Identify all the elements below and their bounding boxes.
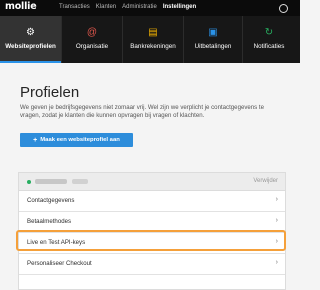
api-keys-highlight-frame	[16, 230, 286, 251]
button-label: Maak een websiteprofiel aan	[40, 137, 120, 143]
topnav-klanten[interactable]: Klanten	[96, 4, 116, 10]
settings-subnav: ⚙ Websiteprofielen @ Organisatie ▤ Bankr…	[0, 16, 300, 63]
topnav-instellingen[interactable]: Instellingen	[163, 4, 196, 10]
chevron-right-icon: ›	[275, 259, 278, 266]
subnav-notificaties[interactable]: ↻ Notificaties	[243, 16, 295, 63]
topnav-administratie[interactable]: Administratie	[122, 4, 157, 10]
subnav-websiteprofielen[interactable]: ⚙ Websiteprofielen	[0, 16, 61, 63]
wallet-icon: ▣	[208, 27, 218, 38]
row-label: Contactgegevens	[27, 197, 75, 204]
row-label: Personaliseer Checkout	[27, 260, 92, 267]
chevron-right-icon: ›	[275, 217, 278, 224]
status-dot-icon	[27, 180, 31, 184]
bank-icon: ▤	[148, 27, 158, 38]
at-icon: @	[86, 27, 98, 38]
gear-icon: ⚙	[26, 27, 35, 38]
user-icon[interactable]	[279, 4, 288, 13]
row-label: Betaalmethodes	[27, 218, 72, 225]
subnav-label: Uitbetalingen	[194, 43, 232, 50]
subnav-label: Bankrekeningen	[130, 43, 176, 50]
delete-profile-link[interactable]: Verwijder	[253, 178, 278, 184]
top-menu: Transacties Klanten Administratie Instel…	[59, 4, 202, 10]
create-website-profile-button[interactable]: + Maak een websiteprofiel aan	[20, 133, 133, 147]
subnav-label: Notificaties	[253, 43, 285, 50]
page-title: Profielen	[20, 84, 80, 101]
chevron-right-icon: ›	[275, 196, 278, 203]
redacted-profile-name	[35, 179, 67, 184]
top-navigation-bar: mollie Transacties Klanten Administratie…	[0, 0, 300, 16]
page-description: We geven je bedrijfsgegevens niet zomaar…	[20, 104, 264, 120]
row-personaliseer-checkout[interactable]: Personaliseer Checkout ›	[19, 254, 285, 275]
plus-icon: +	[33, 136, 38, 144]
subnav-label: Organisatie	[75, 43, 109, 50]
subnav-label: Websiteprofielen	[5, 43, 56, 50]
row-contactgegevens[interactable]: Contactgegevens ›	[19, 191, 285, 212]
mollie-logo[interactable]: mollie	[5, 1, 37, 12]
subnav-uitbetalingen[interactable]: ▣ Uitbetalingen	[184, 16, 242, 63]
subnav-organisatie[interactable]: @ Organisatie	[62, 16, 122, 63]
topnav-transacties[interactable]: Transacties	[59, 4, 90, 10]
subnav-bankrekeningen[interactable]: ▤ Bankrekeningen	[123, 16, 183, 63]
redacted-profile-url	[72, 179, 88, 184]
refresh-icon: ↻	[264, 27, 274, 38]
profile-card-header: Verwijder	[19, 173, 285, 191]
